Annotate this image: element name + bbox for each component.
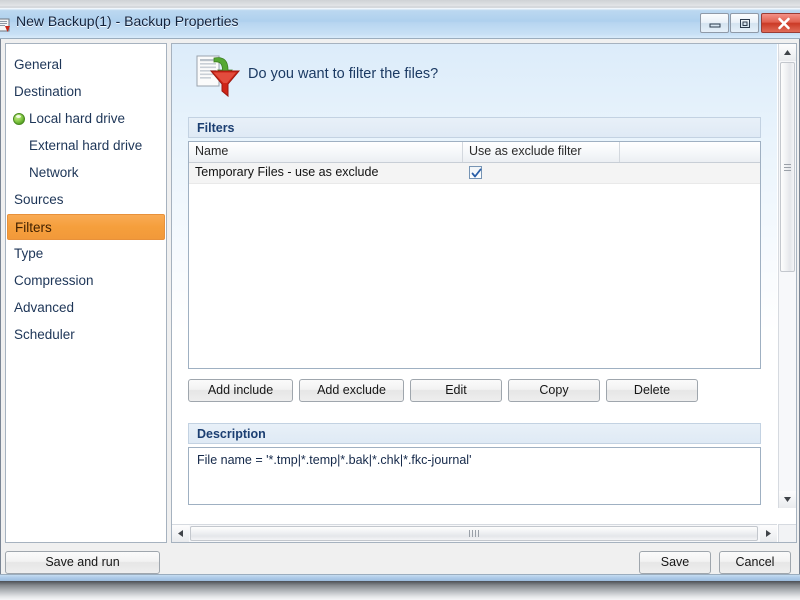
sidebar-item-label: Type xyxy=(14,246,44,261)
settings-navigation-sidebar: General Destination Local hard drive Ext… xyxy=(5,43,167,543)
filter-name-cell: Temporary Files - use as exclude xyxy=(195,165,379,179)
cancel-button[interactable]: Cancel xyxy=(719,551,791,574)
sidebar-item-label: External hard drive xyxy=(29,138,143,153)
content-vertical-scrollbar[interactable] xyxy=(778,44,796,508)
window-title: New Backup(1) - Backup Properties xyxy=(16,13,239,29)
add-exclude-button[interactable]: Add exclude xyxy=(299,379,404,402)
checkmark-icon xyxy=(471,168,482,178)
sidebar-item-scheduler[interactable]: Scheduler xyxy=(7,322,165,348)
scroll-down-button[interactable] xyxy=(779,491,796,508)
delete-button[interactable]: Delete xyxy=(606,379,698,402)
sidebar-item-label: Filters xyxy=(15,220,52,235)
filters-section-header: Filters xyxy=(188,117,761,138)
column-header-name[interactable]: Name xyxy=(189,142,463,162)
window-drop-shadow xyxy=(0,581,800,600)
sidebar-item-label: Scheduler xyxy=(14,327,75,342)
description-text-box[interactable]: File name = '*.tmp|*.temp|*.bak|*.chk|*.… xyxy=(188,447,761,505)
sidebar-item-sources[interactable]: Sources xyxy=(7,187,165,213)
sidebar-item-filters[interactable]: Filters xyxy=(7,214,165,240)
scroll-right-button[interactable] xyxy=(760,525,777,542)
copy-button[interactable]: Copy xyxy=(508,379,600,402)
horizontal-scrollbar-thumb[interactable] xyxy=(190,526,758,541)
sidebar-item-external-hard-drive[interactable]: External hard drive xyxy=(7,133,165,159)
sidebar-item-label: Compression xyxy=(14,273,94,288)
filters-list[interactable]: Name Use as exclude filter Temporary Fil… xyxy=(188,141,761,369)
sidebar-item-label: Local hard drive xyxy=(29,111,126,126)
scrollbar-corner xyxy=(778,524,796,542)
sidebar-item-general[interactable]: General xyxy=(7,52,165,78)
column-header-use-as-exclude-filter[interactable]: Use as exclude filter xyxy=(463,142,620,162)
minimize-icon xyxy=(709,18,721,28)
filters-list-header: Name Use as exclude filter xyxy=(189,142,760,163)
window-bottom-edge xyxy=(0,574,800,581)
backup-properties-window: New Backup(1) - Backup Properties Genera… xyxy=(0,6,800,581)
save-and-run-button[interactable]: Save and run xyxy=(5,551,160,574)
sidebar-item-label: Destination xyxy=(14,84,82,99)
filters-page: Do you want to filter the files? Filters… xyxy=(172,44,777,508)
grip-icon xyxy=(469,530,479,537)
scroll-right-icon xyxy=(766,530,771,537)
scroll-up-icon xyxy=(784,50,791,55)
document-filter-funnel-icon xyxy=(194,54,242,100)
sidebar-item-local-hard-drive[interactable]: Local hard drive xyxy=(7,106,165,132)
maximize-icon xyxy=(739,18,751,29)
close-button[interactable] xyxy=(761,13,800,33)
sidebar-item-advanced[interactable]: Advanced xyxy=(7,295,165,321)
content-horizontal-scrollbar[interactable] xyxy=(172,524,777,542)
sidebar-item-label: Network xyxy=(29,165,79,180)
filter-exclude-cell xyxy=(463,163,620,183)
table-row[interactable]: Temporary Files - use as exclude xyxy=(189,163,760,184)
description-section-header: Description xyxy=(188,423,761,444)
vertical-scrollbar-thumb[interactable] xyxy=(780,62,795,272)
sidebar-item-label: Sources xyxy=(14,192,64,207)
grip-icon xyxy=(784,163,791,171)
sidebar-item-destination[interactable]: Destination xyxy=(7,79,165,105)
scroll-left-button[interactable] xyxy=(172,525,189,542)
scroll-left-icon xyxy=(178,530,183,537)
add-include-button[interactable]: Add include xyxy=(188,379,293,402)
sidebar-item-label: General xyxy=(14,57,63,72)
save-button[interactable]: Save xyxy=(639,551,711,574)
sidebar-item-network[interactable]: Network xyxy=(7,160,165,186)
column-header-blank[interactable] xyxy=(620,142,760,162)
close-icon xyxy=(777,17,791,30)
client-area: General Destination Local hard drive Ext… xyxy=(0,39,800,581)
sidebar-item-type[interactable]: Type xyxy=(7,241,165,267)
maximize-button[interactable] xyxy=(730,13,759,33)
title-bar[interactable]: New Backup(1) - Backup Properties xyxy=(0,6,800,39)
sidebar-item-label: Advanced xyxy=(14,300,75,315)
use-as-exclude-checkbox[interactable] xyxy=(469,166,482,179)
scroll-down-icon xyxy=(784,497,791,502)
edit-button[interactable]: Edit xyxy=(410,379,502,402)
scroll-up-button[interactable] xyxy=(779,44,796,61)
page-question-text: Do you want to filter the files? xyxy=(248,66,439,82)
sidebar-item-compression[interactable]: Compression xyxy=(7,268,165,294)
content-pane: Do you want to filter the files? Filters… xyxy=(171,43,797,543)
backup-app-icon xyxy=(0,17,12,33)
minimize-button[interactable] xyxy=(700,13,729,33)
